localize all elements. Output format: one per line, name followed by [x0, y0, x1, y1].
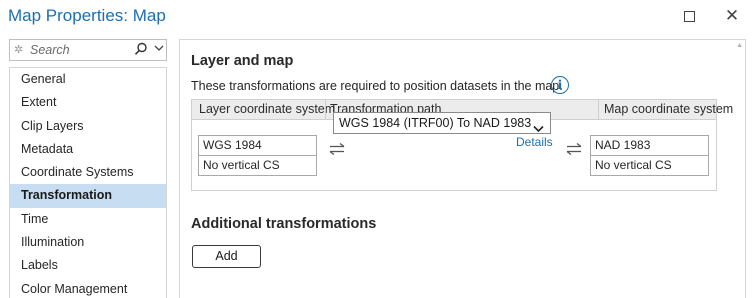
- transformation-select-value: WGS 1984 (ITRF00) To NAD 1983: [339, 116, 532, 130]
- additional-transformations-title: Additional transformations: [191, 216, 377, 232]
- sidebar-item-clip-layers[interactable]: Clip Layers: [10, 115, 166, 138]
- magnifier-icon[interactable]: [134, 42, 148, 61]
- sidebar-nav: General Extent Clip Layers Metadata Coor…: [9, 67, 167, 298]
- add-button[interactable]: Add: [192, 245, 261, 268]
- layer-vertical-cs-field: No vertical CS: [198, 155, 317, 176]
- map-vertical-cs-field: No vertical CS: [590, 155, 709, 176]
- swap-arrows-icon: [328, 142, 346, 156]
- column-header-layer-cs: Layer coordinate system: [199, 102, 336, 116]
- column-divider: [598, 100, 599, 120]
- scroll-up-icon[interactable]: ▲: [736, 42, 743, 49]
- details-link[interactable]: Details: [516, 135, 553, 149]
- properties-panel: ▲ Layer and map These transformations ar…: [179, 39, 746, 298]
- map-horizontal-cs-field: NAD 1983: [590, 135, 709, 156]
- sidebar-item-illumination[interactable]: Illumination: [10, 231, 166, 254]
- search-box[interactable]: ✲ Search: [9, 39, 167, 61]
- search-sparkle-icon: ✲: [14, 44, 24, 56]
- close-icon: ✕: [724, 6, 740, 25]
- search-input[interactable]: Search: [30, 43, 70, 57]
- sidebar-item-transformation[interactable]: Transformation: [10, 184, 166, 208]
- title-bar: Map Properties: Map ✕: [0, 0, 754, 33]
- sidebar-item-time[interactable]: Time: [10, 208, 166, 231]
- layer-horizontal-cs-field: WGS 1984: [198, 135, 317, 156]
- close-button[interactable]: ✕: [719, 4, 745, 28]
- transformation-select[interactable]: WGS 1984 (ITRF00) To NAD 1983: [333, 112, 551, 134]
- info-icon[interactable]: i: [551, 76, 569, 94]
- section-title: Layer and map: [191, 53, 294, 69]
- sidebar-item-general[interactable]: General: [10, 68, 166, 91]
- window-title: Map Properties: Map: [8, 6, 166, 25]
- swap-arrows-icon: [565, 142, 583, 156]
- section-description: These transformations are required to po…: [191, 79, 563, 93]
- sidebar-item-coordinate-systems[interactable]: Coordinate Systems: [10, 161, 166, 184]
- sidebar-item-extent[interactable]: Extent: [10, 91, 166, 114]
- sidebar-item-labels[interactable]: Labels: [10, 254, 166, 277]
- column-divider: [325, 100, 326, 120]
- column-header-map-cs: Map coordinate system: [604, 102, 734, 116]
- chevron-down-icon[interactable]: [154, 44, 164, 55]
- sidebar-item-metadata[interactable]: Metadata: [10, 138, 166, 161]
- maximize-button[interactable]: [676, 4, 702, 28]
- restore-icon: [683, 10, 695, 22]
- sidebar-item-color-management[interactable]: Color Management: [10, 278, 166, 298]
